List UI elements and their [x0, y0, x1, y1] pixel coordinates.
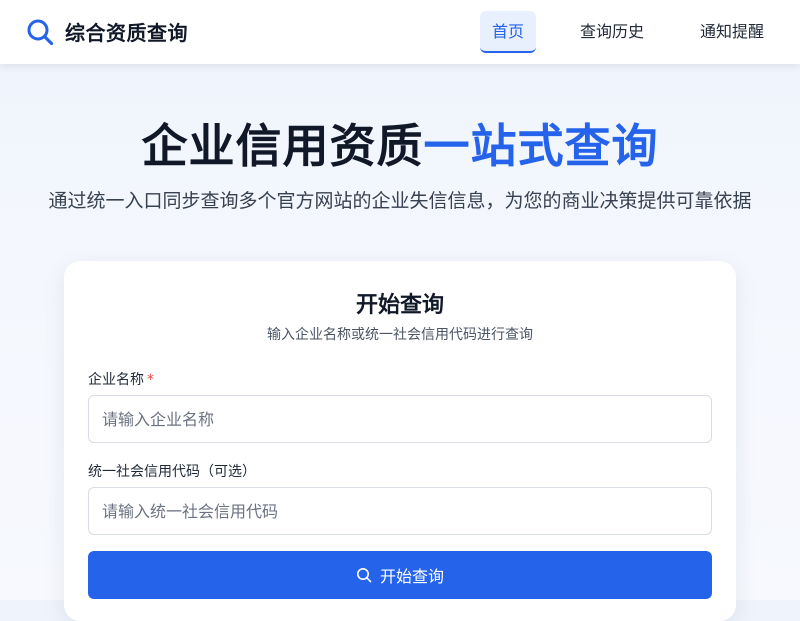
nav-item-home[interactable]: 首页	[480, 11, 536, 53]
hero-subtitle: 通过统一入口同步查询多个官方网站的企业失信信息，为您的商业决策提供可靠依据	[48, 190, 752, 212]
company-name-label-text: 企业名称	[88, 372, 144, 388]
query-card: 开始查询 输入企业名称或统一社会信用代码进行查询 企业名称* 统一社会信用代码（…	[64, 261, 736, 621]
credit-code-input[interactable]	[88, 487, 712, 535]
nav-item-history[interactable]: 查询历史	[568, 11, 656, 53]
hero-title: 企业信用资质一站式查询	[0, 110, 800, 176]
company-name-input[interactable]	[88, 395, 712, 443]
start-query-label: 开始查询	[379, 567, 444, 586]
required-mark: *	[147, 372, 154, 388]
query-card-subtitle: 输入企业名称或统一社会信用代码进行查询	[267, 327, 533, 343]
company-name-label: 企业名称 *	[88, 369, 154, 389]
main-nav: 首页 查询历史 通知提醒	[0, 11, 800, 53]
search-icon	[356, 568, 372, 583]
top-navbar: 综合资质查询 首页 查询历史 通知提醒	[0, 0, 800, 64]
query-card-title: 开始查询	[355, 293, 444, 318]
credit-code-label: 统一社会信用代码（可选）	[88, 464, 256, 480]
start-query-button[interactable]: 开始查询	[88, 551, 712, 599]
hero-title-accent: 一站式查询	[423, 119, 659, 173]
hero-title-main: 企业信用资质	[141, 119, 424, 173]
nav-item-notifications[interactable]: 通知提醒	[688, 11, 776, 53]
